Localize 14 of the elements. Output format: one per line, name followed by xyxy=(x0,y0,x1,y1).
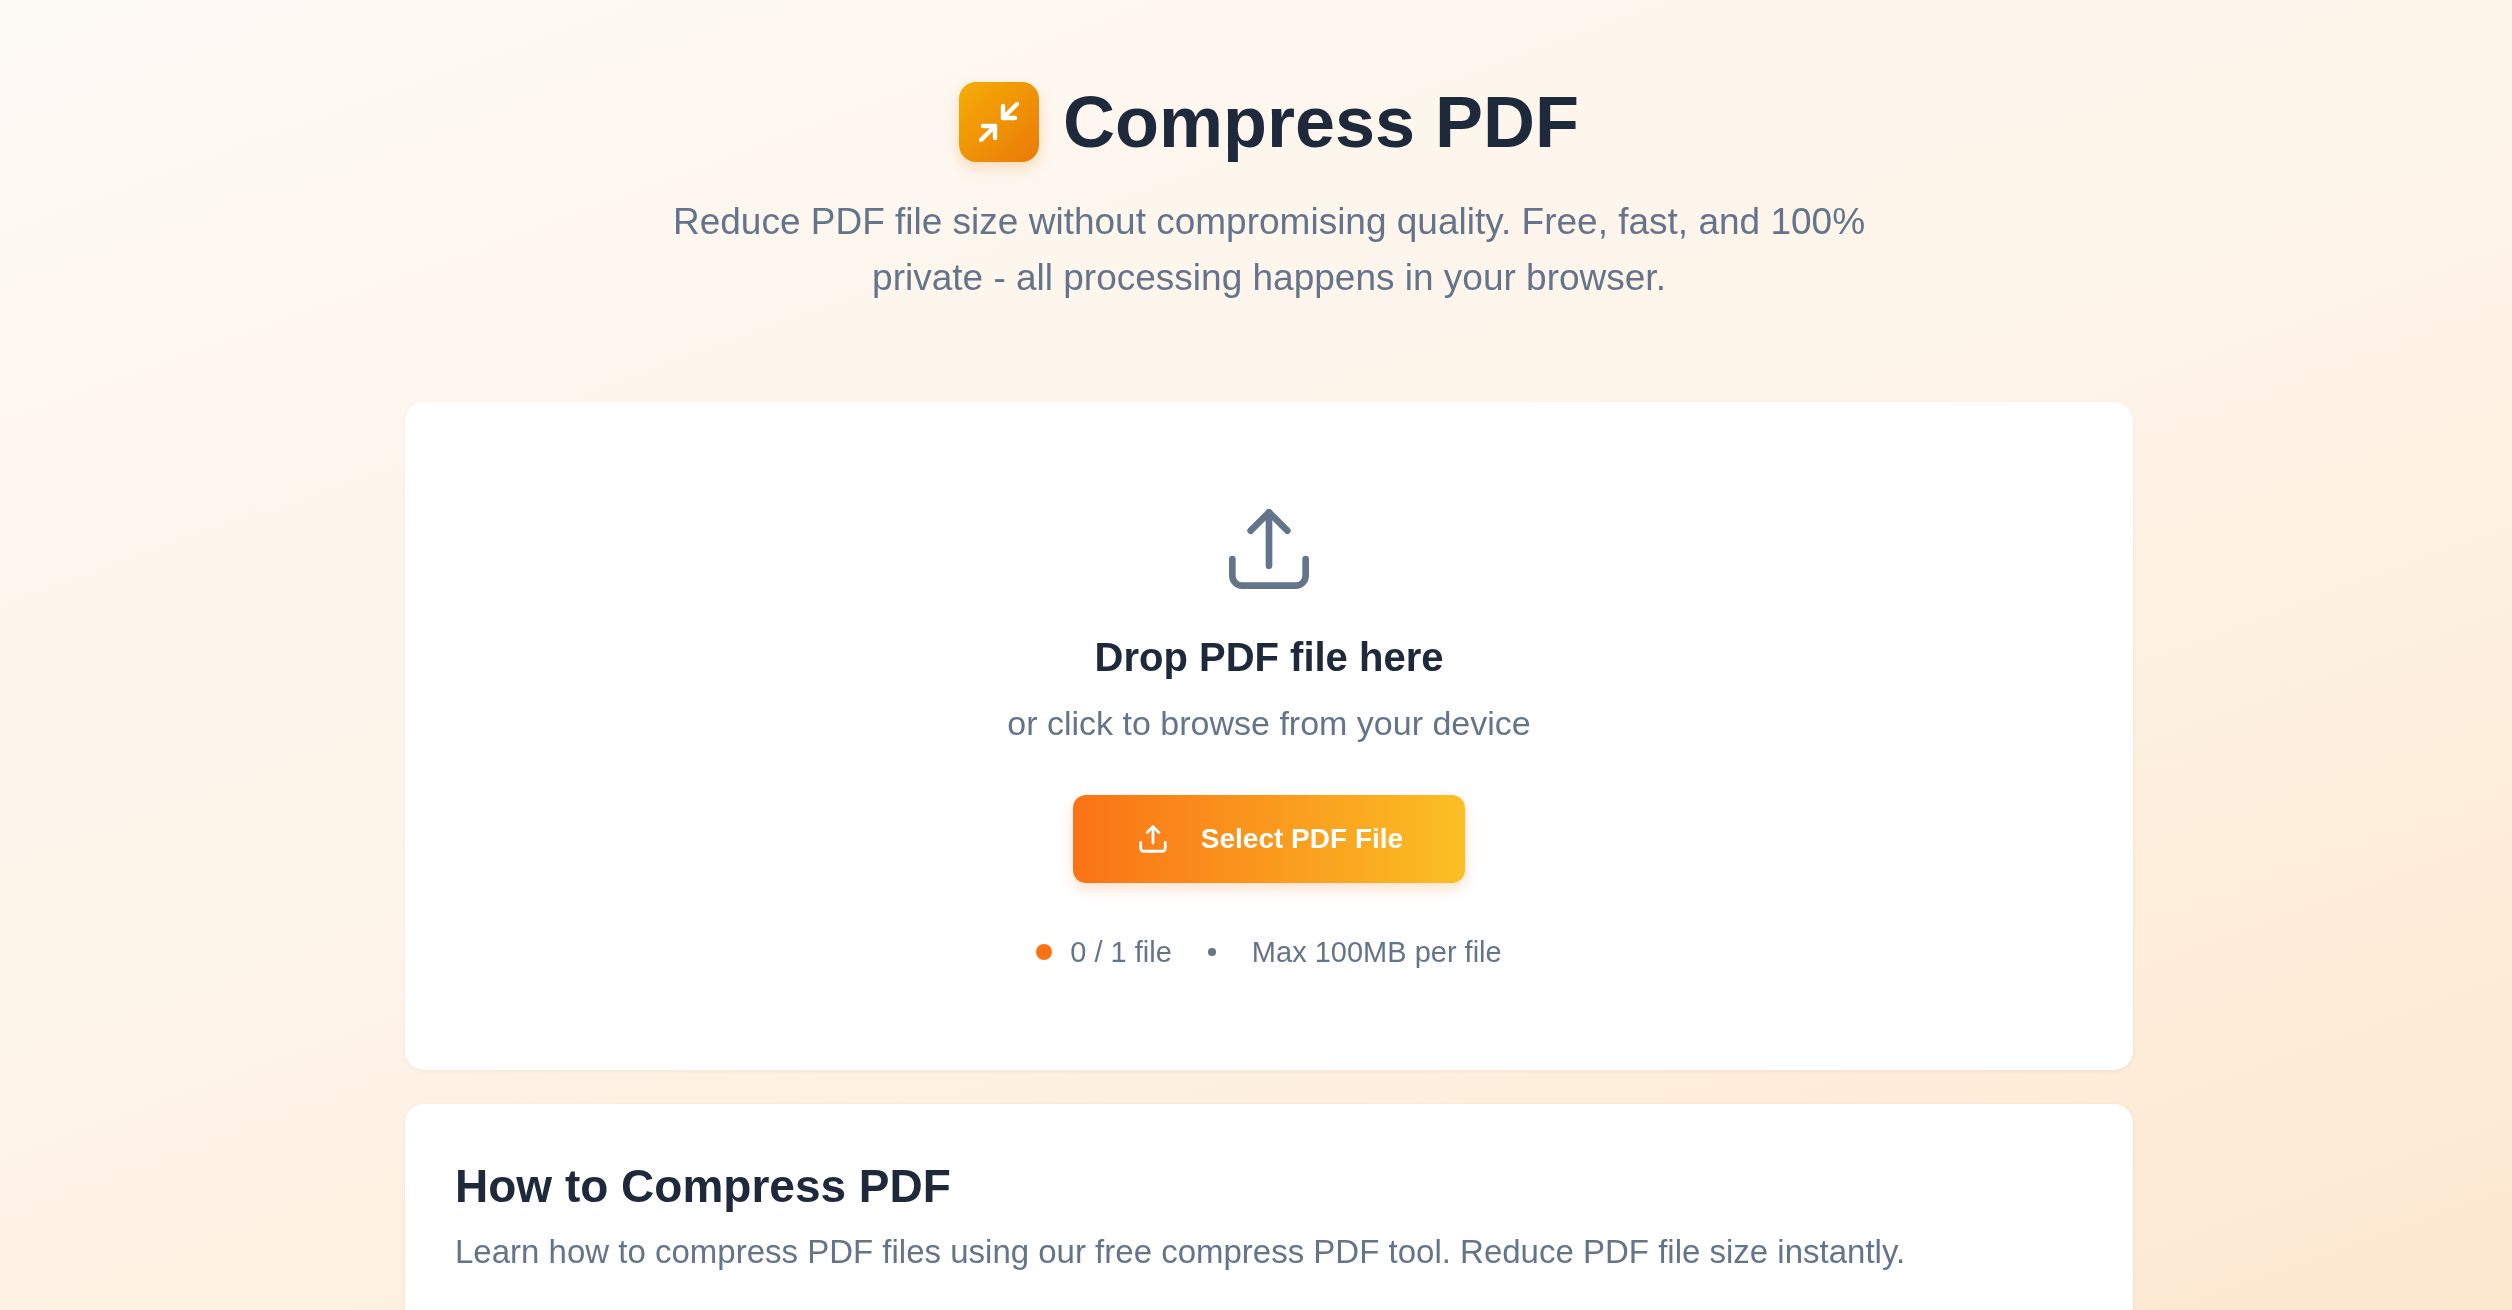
guide-heading: How to Compress PDF xyxy=(455,1159,952,1214)
upload-icon xyxy=(1229,509,1309,589)
drop-hint: or click to browse from your device xyxy=(1007,703,1531,743)
shrink-arrows-icon xyxy=(958,82,1039,162)
page-title: Compress PDF xyxy=(1062,82,1580,162)
bullet-icon xyxy=(1207,948,1216,956)
file-count-text: 0 / 1 file xyxy=(1070,935,1172,970)
drop-heading: Drop PDF file here xyxy=(1094,634,1444,681)
upload-icon xyxy=(1138,825,1167,853)
status-dot-icon xyxy=(1036,944,1053,960)
size-limit-text: Max 100MB per file xyxy=(1251,935,1502,970)
guide-description: Learn how to compress PDF files using our free compress PDF tool. Reduce PDF file size instantly. xyxy=(455,1232,1907,1272)
drop-zone[interactable]: Drop PDF file here or click to browse from your device Select PDF File 0 / 1 file Max 100MB per file xyxy=(405,402,2133,1070)
page-subtitle: Reduce PDF file size without compromising quality. Free, fast, and 100% private - all processing happens in your browser. xyxy=(671,200,1867,300)
